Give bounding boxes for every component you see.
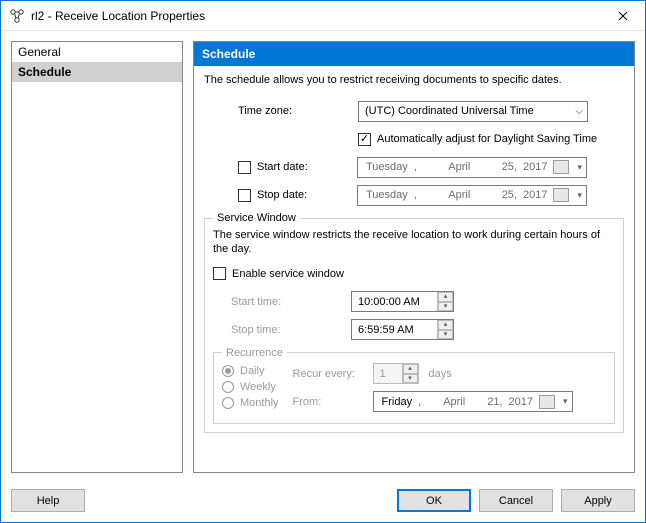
start-time-label: Start time: [231, 296, 351, 308]
recurrence-group: Recurrence Daily Weekly Monthly Recur ev… [213, 347, 615, 424]
calendar-icon [553, 160, 569, 174]
timezone-combo[interactable]: (UTC) Coordinated Universal Time ⌵ [358, 101, 588, 122]
stop-time-label: Stop time: [231, 324, 351, 336]
service-window-legend: Service Window [213, 212, 300, 224]
sidebar-item-schedule[interactable]: Schedule [12, 62, 182, 82]
recur-unit: days [429, 368, 452, 380]
stop-time-field[interactable]: 6:59:59 AM ▴▾ [351, 319, 454, 340]
enable-service-window-label: Enable service window [232, 268, 344, 280]
panel-body: The schedule allows you to restrict rece… [194, 66, 634, 472]
main-panel: Schedule The schedule allows you to rest… [193, 41, 635, 473]
service-window-group: Service Window The service window restri… [204, 212, 624, 433]
spinner-icon[interactable]: ▴▾ [402, 364, 418, 383]
chevron-down-icon: ▾ [577, 190, 582, 201]
recurrence-legend: Recurrence [222, 347, 287, 359]
panel-header: Schedule [194, 42, 634, 66]
service-window-description: The service window restricts the receive… [213, 228, 615, 257]
start-time-field[interactable]: 10:00:00 AM ▴▾ [351, 291, 454, 312]
chevron-down-icon: ▾ [563, 396, 568, 407]
spinner-icon[interactable]: ▴▾ [437, 292, 453, 311]
recurrence-monthly-radio[interactable] [222, 397, 234, 409]
dst-checkbox[interactable] [358, 133, 371, 146]
sidebar: General Schedule [11, 41, 183, 473]
recur-every-label: Recur every: [293, 368, 373, 380]
recurrence-radio-list: Daily Weekly Monthly [222, 361, 279, 419]
start-date-checkbox[interactable] [238, 161, 251, 174]
close-button[interactable] [600, 1, 645, 30]
timezone-label: Time zone: [238, 105, 358, 117]
calendar-icon [553, 188, 569, 202]
sidebar-item-general[interactable]: General [12, 42, 182, 62]
apply-button[interactable]: Apply [561, 489, 635, 512]
dst-label: Automatically adjust for Daylight Saving… [377, 133, 597, 145]
stop-date-label: Stop date: [257, 189, 357, 201]
chevron-down-icon: ▾ [577, 162, 582, 173]
spinner-icon[interactable]: ▴▾ [437, 320, 453, 339]
start-date-field[interactable]: Tuesday, April 25, 2017 ▾ [357, 157, 587, 178]
content-area: General Schedule Schedule The schedule a… [1, 31, 645, 483]
from-date-field[interactable]: Friday, April 21, 2017 ▾ [373, 391, 573, 412]
chevron-down-icon: ⌵ [575, 106, 583, 117]
start-date-label: Start date: [257, 161, 357, 173]
calendar-icon [539, 395, 555, 409]
from-label: From: [293, 396, 373, 408]
window: rl2 - Receive Location Properties Genera… [0, 0, 646, 523]
titlebar: rl2 - Receive Location Properties [1, 1, 645, 31]
cancel-button[interactable]: Cancel [479, 489, 553, 512]
enable-service-window-checkbox[interactable] [213, 267, 226, 280]
window-title: rl2 - Receive Location Properties [31, 9, 205, 23]
stop-date-field[interactable]: Tuesday, April 25, 2017 ▾ [357, 185, 587, 206]
timezone-value: (UTC) Coordinated Universal Time [365, 105, 534, 117]
ok-button[interactable]: OK [397, 489, 471, 512]
help-button[interactable]: Help [11, 489, 85, 512]
recurrence-daily-radio[interactable] [222, 365, 234, 377]
button-bar: Help OK Cancel Apply [1, 483, 645, 522]
panel-description: The schedule allows you to restrict rece… [204, 74, 624, 86]
stop-date-checkbox[interactable] [238, 189, 251, 202]
recurrence-weekly-radio[interactable] [222, 381, 234, 393]
app-icon [9, 8, 25, 24]
recur-every-field[interactable]: 1 ▴▾ [373, 363, 419, 384]
